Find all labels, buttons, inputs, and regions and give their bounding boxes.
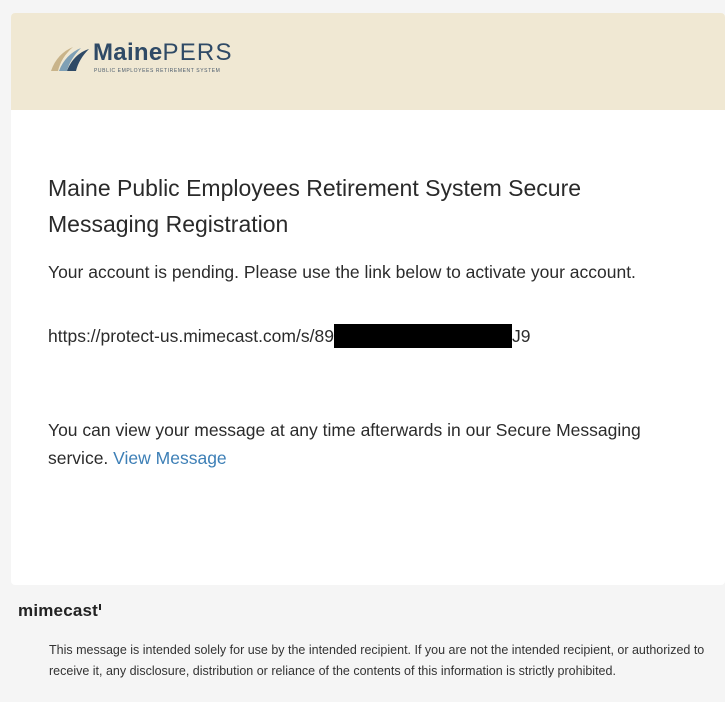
mimecast-brand: mimecast <box>18 601 99 620</box>
redaction-bar <box>333 324 512 348</box>
mimecast-logo: mimecast <box>18 601 102 621</box>
activation-link-suffix[interactable]: J9 <box>512 322 530 350</box>
message-title: Maine Public Employees Retirement System… <box>48 175 582 237</box>
email-viewport: MainePERS PUBLIC EMPLOYEES RETIREMENT SY… <box>0 0 725 702</box>
logo-word-pers: PERS <box>162 39 233 66</box>
pending-text: Your account is pending. Please use the … <box>48 262 636 282</box>
mimecast-tick-icon <box>99 604 102 610</box>
logo-wordmark: MainePERS <box>93 40 233 66</box>
logo-text: MainePERS PUBLIC EMPLOYEES RETIREMENT SY… <box>93 40 233 75</box>
header-banner: MainePERS PUBLIC EMPLOYEES RETIREMENT SY… <box>11 13 725 110</box>
logo-word-maine: Maine <box>93 39 163 66</box>
activation-link-prefix[interactable]: https://protect-us.mimecast.com/s/89 <box>48 322 334 350</box>
mainepers-swoosh-icon <box>51 47 89 71</box>
disclaimer-text: This message is intended solely for use … <box>49 643 705 678</box>
logo-tagline: PUBLIC EMPLOYEES RETIREMENT SYSTEM <box>94 68 221 74</box>
view-message-text: You can view your message at any time af… <box>48 416 688 472</box>
message-body: Maine Public Employees Retirement System… <box>11 170 725 472</box>
view-message-link[interactable]: View Message <box>113 448 227 468</box>
mimecast-footer: mimecast This message is intended solely… <box>0 585 725 702</box>
activation-link[interactable]: https://protect-us.mimecast.com/s/89 J9 <box>48 322 688 350</box>
email-card: MainePERS PUBLIC EMPLOYEES RETIREMENT SY… <box>11 13 725 585</box>
mainepers-logo[interactable]: MainePERS PUBLIC EMPLOYEES RETIREMENT SY… <box>49 40 233 75</box>
